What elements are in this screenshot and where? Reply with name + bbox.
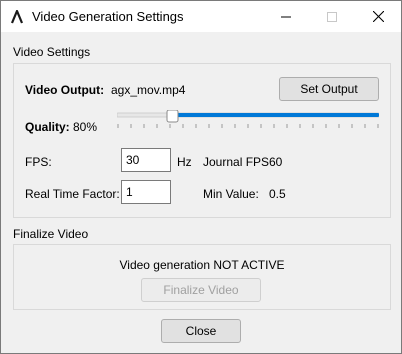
video-output-value: agx_mov.mp4 xyxy=(111,83,186,97)
window-title: Video Generation Settings xyxy=(32,9,184,24)
quality-label: Quality: xyxy=(25,120,70,134)
slider-ticks xyxy=(117,124,379,128)
slider-fill xyxy=(172,113,379,117)
video-settings-heading: Video Settings xyxy=(13,45,91,59)
slider-thumb[interactable] xyxy=(166,110,179,123)
quality-slider[interactable] xyxy=(117,110,379,130)
close-window-button[interactable] xyxy=(355,1,401,32)
maximize-button xyxy=(309,1,355,32)
fps-input[interactable] xyxy=(121,148,171,172)
finalize-video-button: Finalize Video xyxy=(141,278,261,302)
set-output-button[interactable]: Set Output xyxy=(279,77,379,101)
generation-status-text: Video generation NOT ACTIVE xyxy=(119,258,285,272)
close-icon xyxy=(372,11,384,22)
fps-unit-label: Hz xyxy=(177,155,192,169)
real-time-factor-input[interactable] xyxy=(121,180,171,204)
maximize-icon xyxy=(327,11,337,22)
video-settings-group: Video Output: agx_mov.mp4 Set Output Qua… xyxy=(13,63,391,218)
minimize-button[interactable] xyxy=(263,1,309,32)
video-output-label: Video Output: xyxy=(25,83,105,97)
video-generation-settings-window: Video Generation Settings Video Settings… xyxy=(0,0,402,354)
quality-value: 80% xyxy=(73,120,98,134)
real-time-factor-label: Real Time Factor: xyxy=(25,187,120,201)
journal-fps-value: 60 xyxy=(269,155,283,169)
close-button[interactable]: Close xyxy=(161,319,241,343)
agx-logo-icon xyxy=(10,10,24,24)
title-bar[interactable]: Video Generation Settings xyxy=(1,1,401,32)
minimize-icon xyxy=(281,16,291,17)
fps-label: FPS: xyxy=(25,155,52,169)
min-value: 0.5 xyxy=(269,187,286,201)
journal-fps-label: Journal FPS xyxy=(203,155,270,169)
finalize-video-group: Video generation NOT ACTIVE Finalize Vid… xyxy=(13,244,391,310)
min-value-label: Min Value: xyxy=(203,187,259,201)
finalize-video-heading: Finalize Video xyxy=(13,227,89,241)
